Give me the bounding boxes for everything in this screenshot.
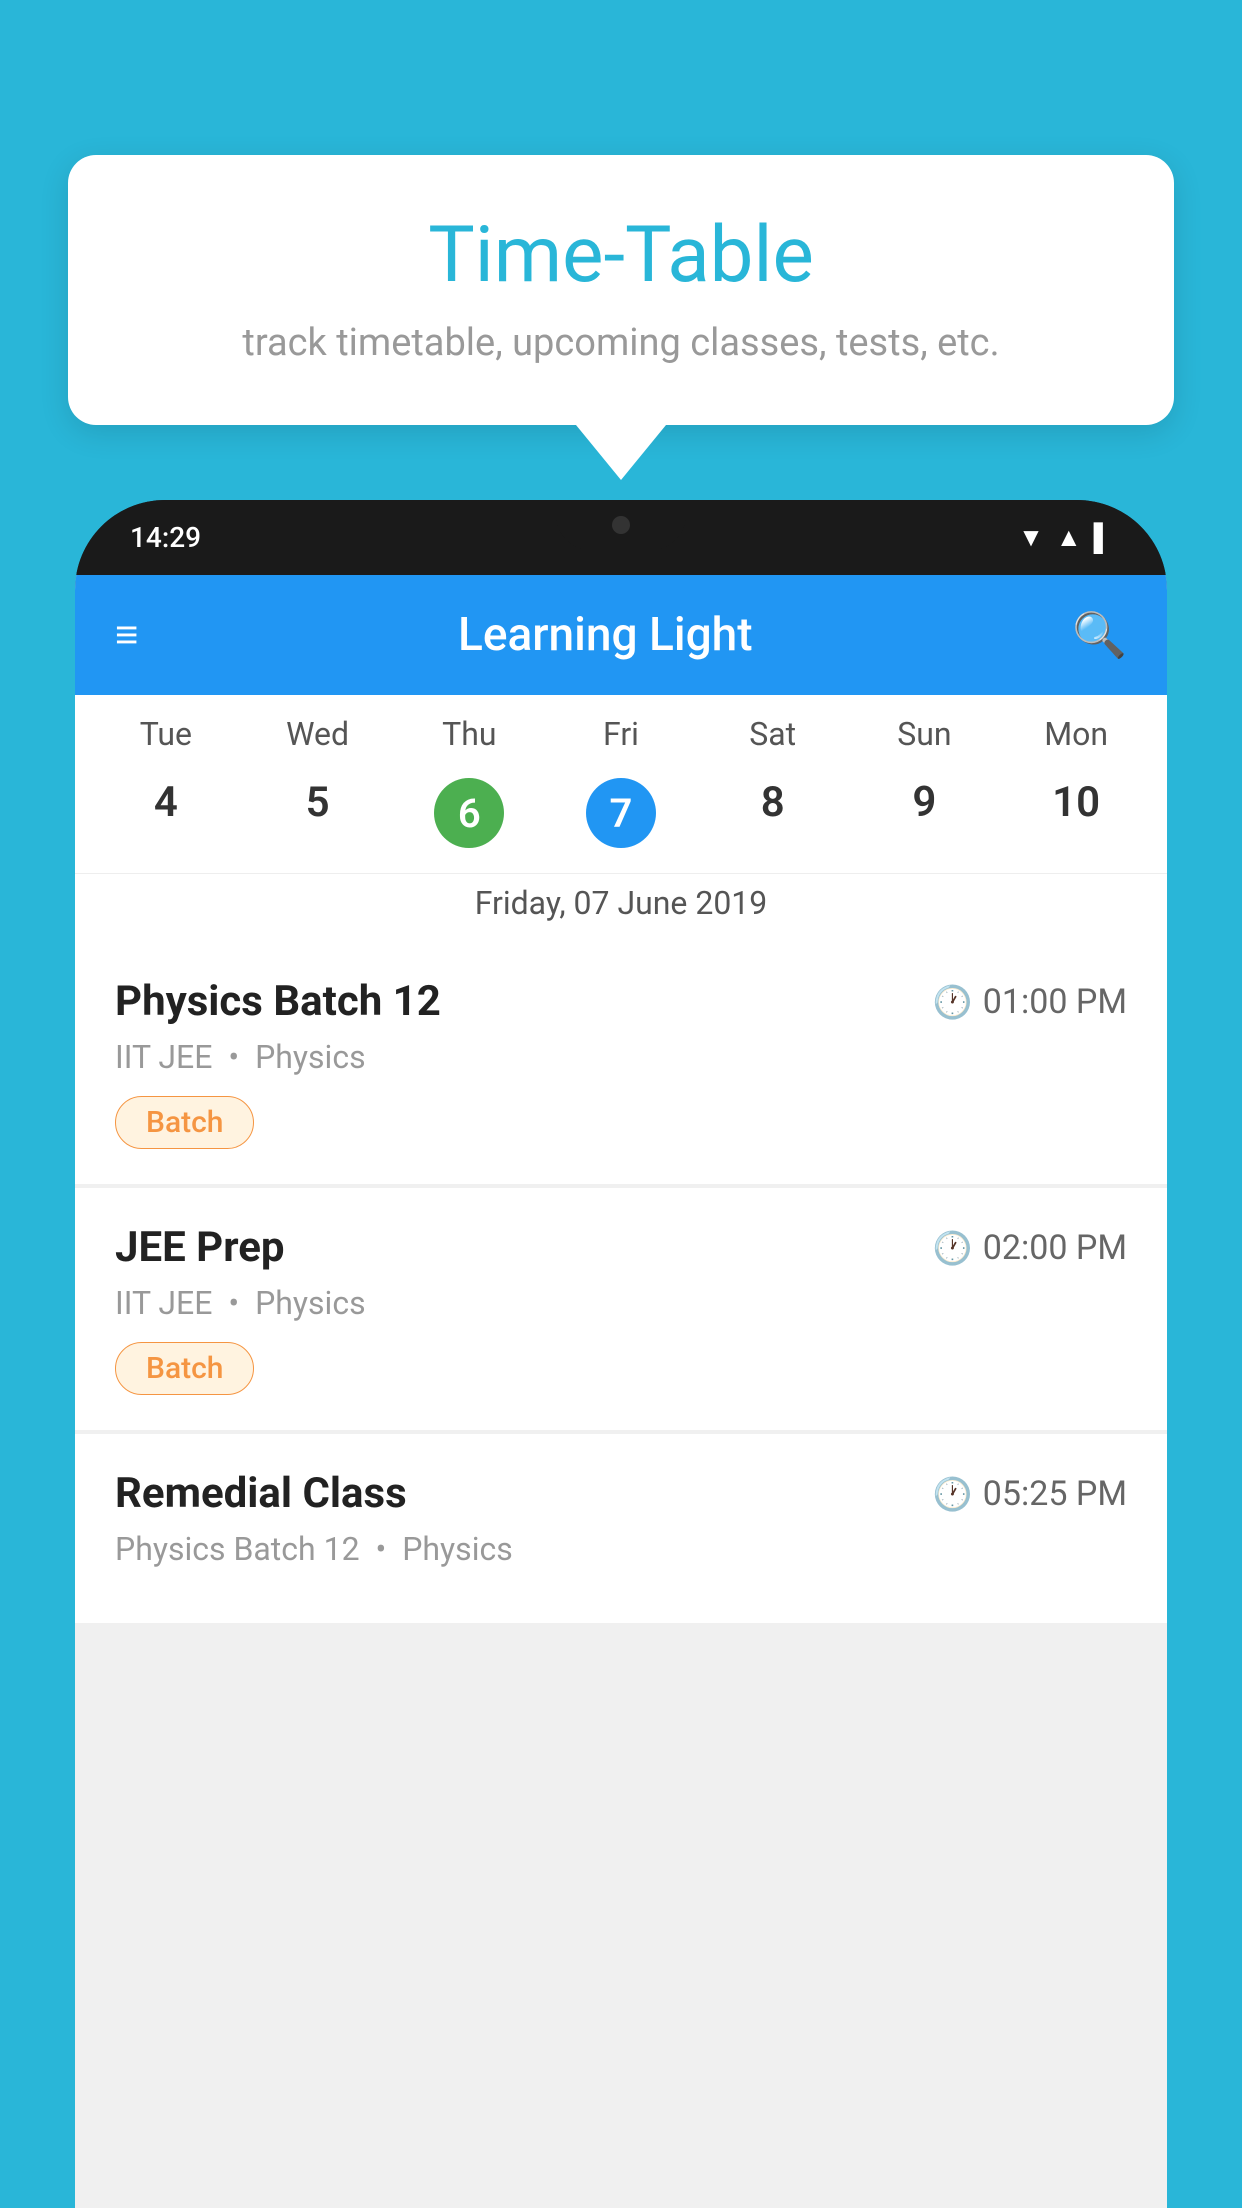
signal-icon: ▲ (1056, 522, 1082, 553)
day-fri[interactable]: Fri (545, 715, 697, 753)
date-6[interactable]: 6 (393, 768, 545, 858)
day-wed[interactable]: Wed (242, 715, 394, 753)
date-5[interactable]: 5 (242, 768, 394, 858)
speech-bubble-subtitle: track timetable, upcoming classes, tests… (128, 321, 1114, 365)
schedule-list: Physics Batch 12 🕐 01:00 PM IIT JEE • Ph… (75, 942, 1167, 1623)
date-6-circle[interactable]: 6 (434, 778, 504, 848)
schedule-item-2-title: JEE Prep (115, 1223, 285, 1272)
hamburger-menu-icon[interactable]: ≡ (115, 615, 138, 655)
schedule-item-3-header: Remedial Class 🕐 05:25 PM (115, 1469, 1127, 1518)
batch-badge-2: Batch (115, 1342, 254, 1395)
schedule-item-2-header: JEE Prep 🕐 02:00 PM (115, 1223, 1127, 1272)
clock-icon-2: 🕐 (933, 1229, 973, 1267)
days-header: Tue Wed Thu Fri Sat Sun Mon (75, 695, 1167, 763)
battery-icon: ▌ (1094, 522, 1112, 553)
camera-dot (612, 516, 630, 534)
phone-top-bar: 14:29 ▼ ▲ ▌ (75, 500, 1167, 575)
app-bar: ≡ Learning Light 🔍 (75, 575, 1167, 695)
day-sat[interactable]: Sat (697, 715, 849, 753)
speech-bubble-container: Time-Table track timetable, upcoming cla… (68, 155, 1174, 480)
speech-bubble: Time-Table track timetable, upcoming cla… (68, 155, 1174, 425)
schedule-item-2-subtitle: IIT JEE • Physics (115, 1284, 1127, 1322)
clock-icon-1: 🕐 (933, 983, 973, 1021)
date-4[interactable]: 4 (90, 768, 242, 858)
wifi-icon: ▼ (1018, 522, 1044, 553)
schedule-item-1-subtitle: IIT JEE • Physics (115, 1038, 1127, 1076)
schedule-item-3-title: Remedial Class (115, 1469, 407, 1518)
status-icons: ▼ ▲ ▌ (1018, 522, 1112, 553)
selected-date-label: Friday, 07 June 2019 (75, 873, 1167, 942)
date-7[interactable]: 7 (545, 768, 697, 858)
schedule-item-3-time: 🕐 05:25 PM (933, 1474, 1127, 1514)
day-thu[interactable]: Thu (393, 715, 545, 753)
schedule-item-1[interactable]: Physics Batch 12 🕐 01:00 PM IIT JEE • Ph… (75, 942, 1167, 1184)
calendar-strip: Tue Wed Thu Fri Sat Sun Mon 4 5 6 7 8 9 … (75, 695, 1167, 942)
app-bar-title: Learning Light (458, 608, 753, 662)
schedule-item-1-header: Physics Batch 12 🕐 01:00 PM (115, 977, 1127, 1026)
day-sun[interactable]: Sun (849, 715, 1001, 753)
phone-frame: 14:29 ▼ ▲ ▌ ≡ Learning Light 🔍 Tue Wed T… (75, 500, 1167, 2208)
schedule-item-2-time: 🕐 02:00 PM (933, 1228, 1127, 1268)
schedule-item-1-title: Physics Batch 12 (115, 977, 441, 1026)
speech-bubble-arrow (576, 425, 666, 480)
date-9[interactable]: 9 (849, 768, 1001, 858)
schedule-item-1-time: 🕐 01:00 PM (933, 982, 1127, 1022)
status-time: 14:29 (130, 521, 201, 554)
date-8[interactable]: 8 (697, 768, 849, 858)
dates-row: 4 5 6 7 8 9 10 (75, 763, 1167, 873)
clock-icon-3: 🕐 (933, 1475, 973, 1513)
day-tue[interactable]: Tue (90, 715, 242, 753)
schedule-item-3[interactable]: Remedial Class 🕐 05:25 PM Physics Batch … (75, 1434, 1167, 1623)
batch-badge-1: Batch (115, 1096, 254, 1149)
date-7-circle[interactable]: 7 (586, 778, 656, 848)
day-mon[interactable]: Mon (1000, 715, 1152, 753)
phone-screen: ≡ Learning Light 🔍 Tue Wed Thu Fri Sat S… (75, 575, 1167, 2208)
schedule-item-2[interactable]: JEE Prep 🕐 02:00 PM IIT JEE • Physics Ba… (75, 1188, 1167, 1430)
date-10[interactable]: 10 (1000, 768, 1152, 858)
search-icon[interactable]: 🔍 (1072, 609, 1127, 661)
phone-notch (556, 500, 686, 550)
speech-bubble-title: Time-Table (128, 210, 1114, 301)
schedule-item-3-subtitle: Physics Batch 12 • Physics (115, 1530, 1127, 1568)
